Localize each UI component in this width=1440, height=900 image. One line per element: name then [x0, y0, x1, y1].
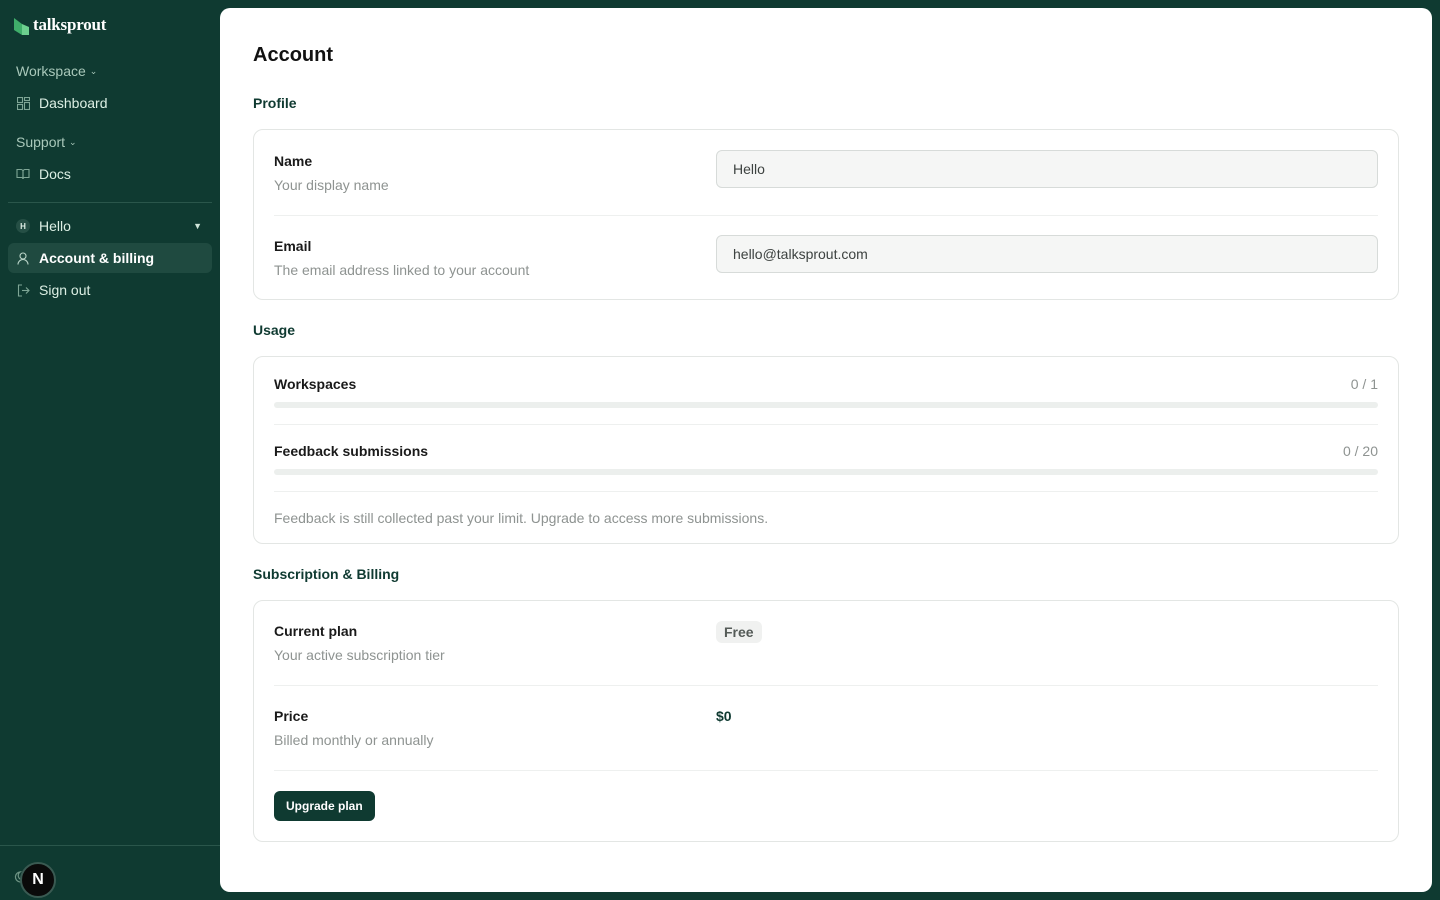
brand-name: talksprout: [33, 15, 107, 34]
workspaces-progress-bar: [274, 402, 1378, 408]
profile-section-title: Profile: [253, 95, 297, 111]
sign-out-icon: [16, 283, 30, 297]
row-divider: [274, 685, 1378, 686]
price-description: Billed monthly or annually: [274, 732, 434, 748]
support-group-toggle[interactable]: Support ⌄: [16, 134, 77, 150]
profile-card: Name Your display name Email The email a…: [253, 129, 1399, 300]
usage-limit-note: Feedback is still collected past your li…: [274, 510, 769, 526]
support-group-label: Support: [16, 134, 66, 150]
name-label: Name: [274, 153, 313, 169]
user-name: Hello: [39, 218, 71, 234]
page-title: Account: [253, 44, 333, 66]
email-description: The email address linked to your account: [274, 262, 530, 278]
upgrade-plan-button[interactable]: Upgrade plan: [274, 791, 375, 821]
plan-badge: Free: [716, 621, 762, 643]
feedback-submissions-count: 0 / 20: [1342, 443, 1378, 459]
sidebar-footer: N: [0, 845, 220, 900]
sidebar-item-label: Sign out: [39, 282, 91, 298]
chevron-down-icon: ⌄: [89, 65, 98, 76]
sidebar: talksprout Workspace ⌄ Dashboard Support…: [0, 0, 220, 900]
main-panel: Account Profile Name Your display name E…: [220, 8, 1432, 892]
email-field[interactable]: [716, 235, 1378, 273]
workspaces-label: Workspaces: [274, 376, 357, 392]
current-plan-label: Current plan: [274, 623, 358, 639]
name-description: Your display name: [274, 177, 389, 193]
row-divider: [274, 215, 1378, 216]
sidebar-item-label: Dashboard: [39, 95, 108, 111]
price-label: Price: [274, 708, 309, 724]
usage-section-title: Usage: [253, 322, 296, 338]
book-open-icon: [16, 167, 30, 181]
sidebar-item-label: Docs: [39, 166, 71, 182]
email-label: Email: [274, 238, 312, 254]
row-divider: [274, 770, 1378, 771]
user-icon: [16, 251, 30, 265]
workspaces-count: 0 / 1: [1350, 376, 1378, 392]
brand-logo[interactable]: talksprout: [12, 14, 106, 36]
sidebar-divider: [8, 202, 212, 203]
feedback-progress-bar: [274, 469, 1378, 475]
sidebar-item-sign-out[interactable]: Sign out: [8, 275, 212, 305]
sprout-logo-icon: [14, 18, 29, 35]
sidebar-item-account-billing[interactable]: Account & billing: [8, 243, 212, 273]
current-plan-description: Your active subscription tier: [274, 647, 445, 663]
user-menu[interactable]: H Hello ▼: [8, 211, 212, 241]
row-divider: [274, 491, 1378, 492]
user-avatar: H: [16, 219, 30, 233]
sidebar-item-dashboard[interactable]: Dashboard: [8, 88, 212, 118]
workspace-group-label: Workspace: [16, 63, 86, 79]
usage-card: Workspaces 0 / 1 Feedback submissions 0 …: [253, 356, 1399, 544]
price-value: $0: [716, 708, 732, 724]
billing-section-title: Subscription & Billing: [253, 566, 400, 582]
dev-tools-badge[interactable]: N: [20, 862, 56, 898]
name-field[interactable]: [716, 150, 1378, 188]
feedback-submissions-label: Feedback submissions: [274, 443, 429, 459]
chevron-down-icon: ⌄: [69, 136, 77, 147]
workspace-group-toggle[interactable]: Workspace ⌄: [16, 63, 97, 79]
sidebar-item-docs[interactable]: Docs: [8, 159, 212, 189]
caret-down-icon: ▼: [193, 221, 202, 231]
sidebar-item-label: Account & billing: [39, 250, 155, 266]
dashboard-grid-icon: [16, 96, 30, 110]
billing-card: Current plan Your active subscription ti…: [253, 600, 1399, 842]
row-divider: [274, 424, 1378, 425]
